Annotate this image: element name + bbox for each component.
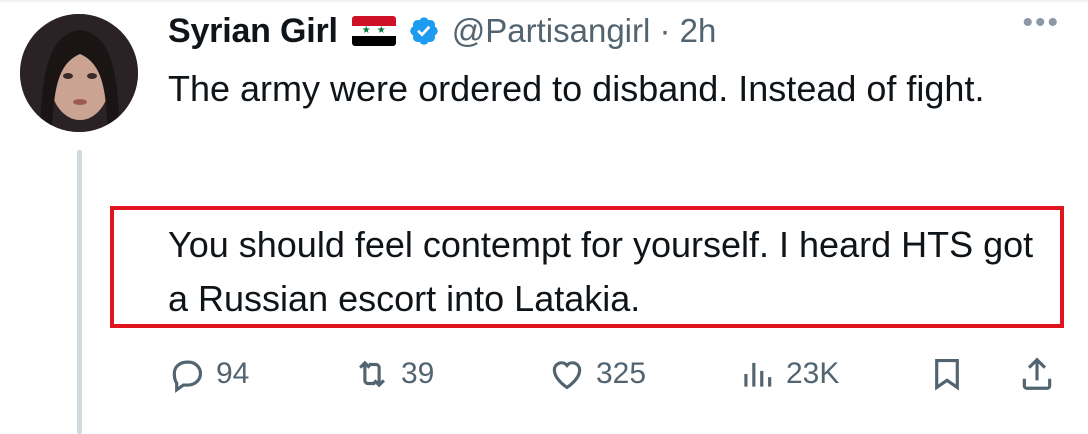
display-name[interactable]: Syrian Girl [168, 12, 338, 51]
like-count: 325 [596, 357, 647, 390]
top-divider [0, 0, 1088, 2]
handle-and-time[interactable]: @Partisangirl · 2h [452, 12, 717, 50]
share-button[interactable] [1018, 350, 1056, 398]
more-icon[interactable]: ••• [1022, 6, 1060, 40]
heart-icon [552, 361, 582, 390]
reply-button[interactable]: 94 [168, 350, 249, 398]
tweet-header: Syrian Girl ★ ★ @Partisangirl · 2h ••• [168, 6, 1068, 56]
retweet-count: 39 [401, 357, 435, 390]
thread-line [77, 150, 82, 434]
tweet-text-paragraph-1: The army were ordered to disband. Instea… [168, 68, 985, 109]
bookmark-icon [935, 358, 959, 391]
retweet-icon [359, 360, 385, 388]
retweet-button[interactable]: 39 [353, 350, 434, 398]
tweet-actions: 94 39 325 23K [168, 350, 1068, 398]
verified-badge-icon [410, 17, 438, 45]
views-count: 23K [786, 357, 840, 390]
tweet-text-paragraph-2: You should feel contempt for yourself. I… [168, 224, 1034, 319]
views-button[interactable]: 23K [738, 350, 839, 398]
avatar[interactable] [20, 14, 138, 132]
like-button[interactable]: 325 [548, 350, 646, 398]
views-icon [744, 362, 772, 387]
syria-flag-icon: ★ ★ [351, 16, 396, 46]
reply-icon [172, 360, 203, 393]
bookmark-button[interactable] [928, 350, 966, 398]
share-icon [1022, 357, 1052, 390]
reply-count: 94 [216, 357, 250, 390]
